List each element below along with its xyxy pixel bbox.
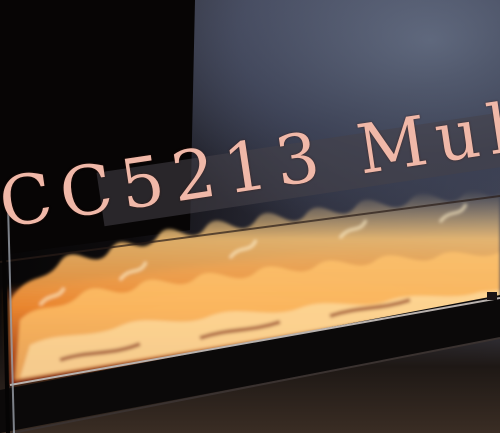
unit-side-panel (0, 0, 195, 255)
fireplace-unit (0, 0, 500, 433)
fireplace-scene: CC5213 Mul (0, 0, 500, 433)
right-bracket (487, 292, 497, 300)
